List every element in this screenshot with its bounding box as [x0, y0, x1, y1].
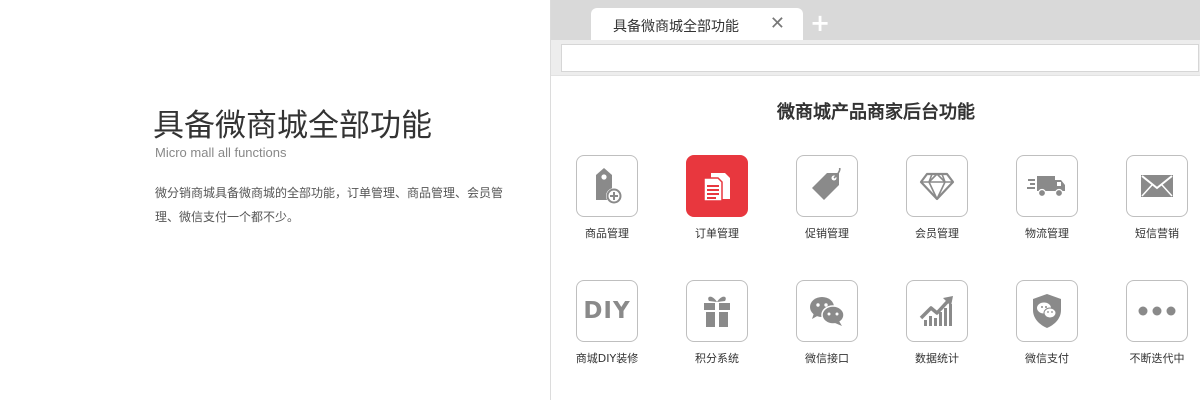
browser-tab[interactable]: 具备微商城全部功能 ✕ — [591, 8, 803, 42]
new-tab-icon[interactable]: + — [810, 10, 830, 36]
address-bar-input[interactable] — [561, 44, 1199, 72]
delivery-truck-icon — [1027, 176, 1065, 198]
wechat-icon — [810, 297, 845, 326]
feature-icon-box — [686, 280, 748, 342]
feature-label: 不断迭代中 — [1129, 352, 1185, 365]
feature-icon-box — [796, 280, 858, 342]
feature-points-system[interactable]: 积分系统 — [672, 280, 762, 366]
diy-text-icon: DIY — [583, 298, 631, 324]
wechat-shield-icon — [1033, 294, 1061, 328]
feature-icon-box — [906, 155, 968, 217]
feature-icon-box — [686, 155, 748, 217]
feature-logistics-management[interactable]: 物流管理 — [1002, 155, 1092, 241]
feature-continuous-iteration[interactable]: 不断迭代中 — [1112, 280, 1200, 366]
feature-icon-box: DIY — [576, 280, 638, 342]
feature-icon-box — [906, 280, 968, 342]
feature-diy-decoration[interactable]: DIY 商城DIY装修 — [562, 280, 652, 366]
feature-label: 订单管理 — [695, 227, 739, 240]
order-documents-icon — [703, 173, 730, 202]
panel-title: 微商城产品商家后台功能 — [777, 102, 975, 123]
feature-label: 数据统计 — [915, 352, 959, 365]
feature-icon-box — [1016, 280, 1078, 342]
feature-member-management[interactable]: 会员管理 — [892, 155, 982, 241]
close-tab-icon[interactable]: ✕ — [770, 14, 785, 34]
feature-data-statistics[interactable]: 数据统计 — [892, 280, 982, 366]
product-tag-add-icon — [596, 168, 622, 204]
price-tag-icon — [812, 168, 841, 200]
address-bar-area — [551, 40, 1200, 76]
feature-label: 商品管理 — [585, 227, 629, 240]
tab-bar: 具备微商城全部功能 ✕ + — [551, 0, 1200, 42]
feature-icon-box — [1126, 280, 1188, 342]
feature-icon-box — [576, 155, 638, 217]
feature-label: 促销管理 — [805, 227, 849, 240]
feature-wechat-pay[interactable]: 微信支付 — [1002, 280, 1092, 366]
feature-label: 会员管理 — [915, 227, 959, 240]
feature-icon-box — [796, 155, 858, 217]
feature-order-management[interactable]: 订单管理 — [672, 155, 762, 241]
intro-title: 具备微商城全部功能 — [153, 108, 432, 144]
bar-chart-trend-icon — [919, 296, 953, 326]
feature-sms-marketing[interactable]: 短信营销 — [1112, 155, 1200, 241]
intro-subtitle: Micro mall all functions — [155, 145, 287, 160]
feature-label: 短信营销 — [1135, 227, 1179, 240]
feature-label: 微信支付 — [1025, 352, 1069, 365]
feature-label: 商城DIY装修 — [575, 352, 639, 365]
more-dots-icon — [1138, 306, 1176, 316]
tab-title: 具备微商城全部功能 — [613, 19, 739, 35]
feature-label: 微信接口 — [805, 352, 849, 365]
browser-window: 具备微商城全部功能 ✕ + 微商城产品商家后台功能 商品管理 订单管理 促销管理… — [550, 0, 1200, 400]
feature-promotion-management[interactable]: 促销管理 — [782, 155, 872, 241]
feature-label: 积分系统 — [695, 352, 739, 365]
intro-description: 微分销商城具备微商城的全部功能，订单管理、商品管理、会员管理、微信支付一个都不少… — [155, 186, 504, 224]
intro-section: 具备微商城全部功能 Micro mall all functions 微分销商城… — [0, 0, 550, 400]
feature-icon-box — [1126, 155, 1188, 217]
feature-wechat-interface[interactable]: 微信接口 — [782, 280, 872, 366]
diamond-icon — [919, 172, 955, 201]
gift-icon — [704, 296, 730, 327]
feature-product-management[interactable]: 商品管理 — [562, 155, 652, 241]
envelope-icon — [1141, 175, 1173, 197]
feature-label: 物流管理 — [1025, 227, 1069, 240]
feature-icon-box — [1016, 155, 1078, 217]
